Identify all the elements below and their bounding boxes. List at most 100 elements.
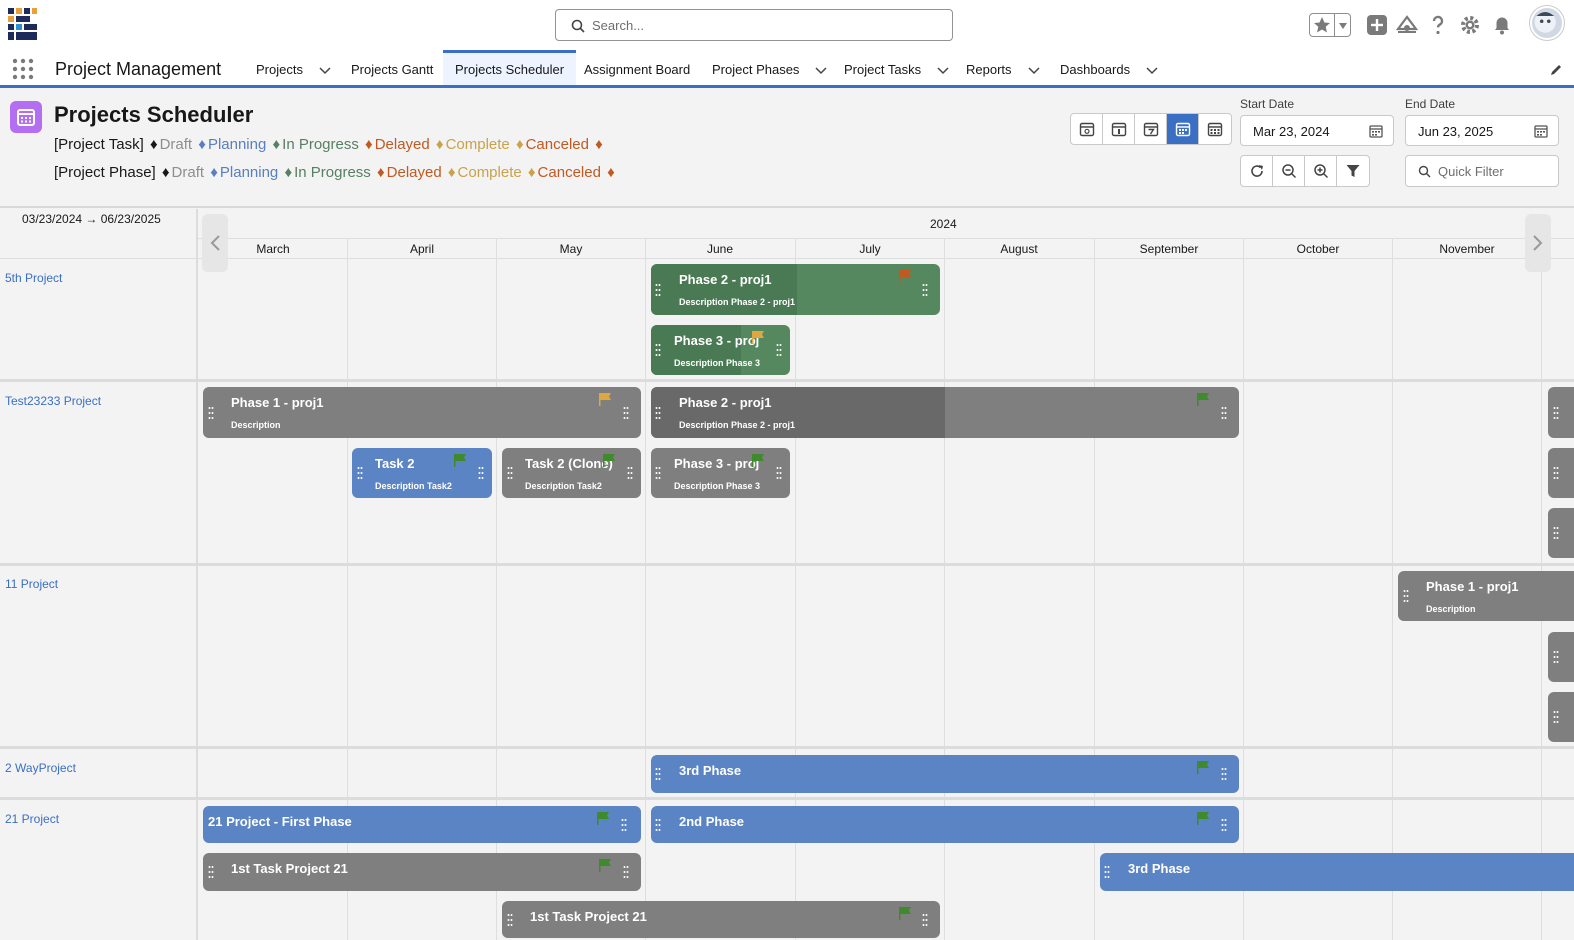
chevron-down-icon[interactable] [815, 67, 827, 75]
view-month-button[interactable] [1167, 114, 1199, 144]
view-year-button[interactable] [1199, 114, 1231, 144]
drag-handle[interactable] [357, 448, 365, 498]
search-input[interactable] [592, 14, 932, 36]
nav-item-projects-scheduler[interactable]: Projects Scheduler [443, 50, 577, 85]
nav-item-project-phases[interactable]: Project Phases [712, 50, 827, 85]
drag-handle[interactable] [922, 264, 930, 315]
drag-handle[interactable] [776, 448, 784, 498]
start-date-input[interactable]: Mar 23, 2024 [1240, 115, 1394, 146]
end-date-input[interactable]: Jun 23, 2025 [1405, 115, 1559, 146]
event-bar-clipped[interactable] [1548, 632, 1574, 682]
event-bar[interactable]: 3rd Phase [1100, 853, 1574, 891]
add-icon[interactable] [1365, 13, 1389, 37]
drag-handle[interactable] [627, 448, 635, 498]
avatar[interactable] [1530, 6, 1564, 40]
view-week-button[interactable] [1103, 114, 1135, 144]
event-bar[interactable]: Phase 3 - proj Description Phase 3 [651, 325, 790, 375]
nav-item-reports[interactable]: Reports [966, 50, 1040, 85]
chevron-down-icon[interactable] [1028, 67, 1040, 75]
drag-handle[interactable] [208, 853, 216, 891]
favorites-button[interactable] [1309, 13, 1351, 37]
drag-handle[interactable] [623, 387, 631, 438]
zoom-in-button[interactable] [1305, 156, 1337, 186]
resource-row-label[interactable]: 11 Project [5, 577, 58, 591]
page-header: Projects Scheduler [Project Task] ♦ Draft… [0, 88, 1574, 208]
drag-handle[interactable] [507, 901, 515, 938]
refresh-button[interactable] [1241, 156, 1273, 186]
filter-button[interactable] [1337, 156, 1369, 186]
legend-canceled: Canceled [525, 136, 589, 153]
chevron-down-icon[interactable] [319, 67, 331, 75]
chevron-down-icon[interactable] [1338, 22, 1348, 30]
view-day-button[interactable] [1071, 114, 1103, 144]
event-bar-clipped[interactable] [1548, 508, 1574, 558]
drag-handle[interactable] [655, 806, 663, 843]
gear-icon[interactable] [1458, 13, 1482, 37]
view-7day-button[interactable] [1135, 114, 1167, 144]
calendar-icon[interactable] [1534, 124, 1548, 138]
drag-handle[interactable] [1553, 387, 1561, 438]
event-bar[interactable]: 1st Task Project 21 [203, 853, 641, 891]
nav-item-assignment-board[interactable]: Assignment Board [584, 50, 690, 85]
drag-handle[interactable] [1221, 387, 1229, 438]
event-bar[interactable]: Phase 2 - proj1 Description Phase 2 - pr… [651, 264, 940, 315]
chevron-down-icon[interactable] [1146, 67, 1158, 75]
scroll-next-button[interactable] [1525, 214, 1551, 272]
nav-item-projects-gantt[interactable]: Projects Gantt [351, 50, 433, 85]
drag-handle[interactable] [776, 325, 784, 375]
drag-handle[interactable] [208, 387, 216, 438]
event-bar[interactable]: 2nd Phase [651, 806, 1239, 843]
resource-row-label[interactable]: Test23233 Project [5, 394, 101, 408]
event-bar[interactable]: 3rd Phase [651, 755, 1239, 793]
scroll-prev-button[interactable] [202, 214, 228, 272]
trailhead-icon[interactable] [1395, 13, 1419, 37]
drag-handle[interactable] [1553, 692, 1561, 742]
drag-handle[interactable] [1104, 853, 1112, 891]
logo-icon[interactable] [5, 5, 39, 43]
resource-row-label[interactable]: 2 WayProject [5, 761, 76, 775]
resource-row-label[interactable]: 21 Project [5, 812, 59, 826]
calendar-icon[interactable] [1369, 124, 1383, 138]
drag-handle[interactable] [655, 387, 663, 438]
global-search[interactable] [555, 9, 953, 41]
drag-handle[interactable] [655, 755, 663, 793]
drag-handle[interactable] [1221, 806, 1229, 843]
event-bar-clipped[interactable] [1548, 692, 1574, 742]
event-bar-clipped[interactable] [1548, 387, 1574, 438]
drag-handle[interactable] [1553, 448, 1561, 498]
drag-handle[interactable] [1553, 632, 1561, 682]
edit-nav-icon[interactable] [1549, 63, 1563, 77]
drag-handle[interactable] [1553, 508, 1561, 558]
zoom-out-button[interactable] [1273, 156, 1305, 186]
quick-filter-input[interactable] [1438, 162, 1550, 180]
nav-item-dashboards[interactable]: Dashboards [1060, 50, 1158, 85]
nav-item-projects[interactable]: Projects [256, 50, 331, 85]
drag-handle[interactable] [922, 901, 930, 938]
quick-filter[interactable] [1405, 155, 1559, 187]
event-bar[interactable]: Phase 1 - proj1 Description [1398, 571, 1574, 621]
event-bar[interactable]: Phase 2 - proj1 Description Phase 2 - pr… [651, 387, 1239, 438]
event-bar[interactable]: Task 2 (Clone) Description Task2 [502, 448, 641, 498]
bell-icon[interactable] [1490, 13, 1514, 37]
event-bar[interactable]: 21 Project - First Phase [203, 806, 641, 843]
resource-row-label[interactable]: 5th Project [5, 271, 62, 285]
drag-handle[interactable] [655, 264, 663, 315]
help-icon[interactable] [1426, 13, 1450, 37]
drag-handle[interactable] [507, 448, 515, 498]
app-launcher-icon[interactable] [12, 58, 34, 80]
drag-handle[interactable] [655, 325, 663, 375]
drag-handle[interactable] [621, 806, 629, 843]
drag-handle[interactable] [655, 448, 663, 498]
chevron-down-icon[interactable] [937, 67, 949, 75]
drag-handle[interactable] [1221, 755, 1229, 793]
drag-handle[interactable] [1403, 571, 1411, 621]
legend-in-progress: In Progress [294, 164, 371, 181]
drag-handle[interactable] [478, 448, 486, 498]
event-bar[interactable]: Phase 3 - proj Description Phase 3 [651, 448, 790, 498]
nav-item-project-tasks[interactable]: Project Tasks [844, 50, 949, 85]
event-bar[interactable]: Phase 1 - proj1 Description [203, 387, 641, 438]
drag-handle[interactable] [623, 853, 631, 891]
event-bar-clipped[interactable] [1548, 448, 1574, 498]
event-bar[interactable]: Task 2 Description Task2 [352, 448, 492, 498]
event-bar[interactable]: 1st Task Project 21 [502, 901, 940, 938]
